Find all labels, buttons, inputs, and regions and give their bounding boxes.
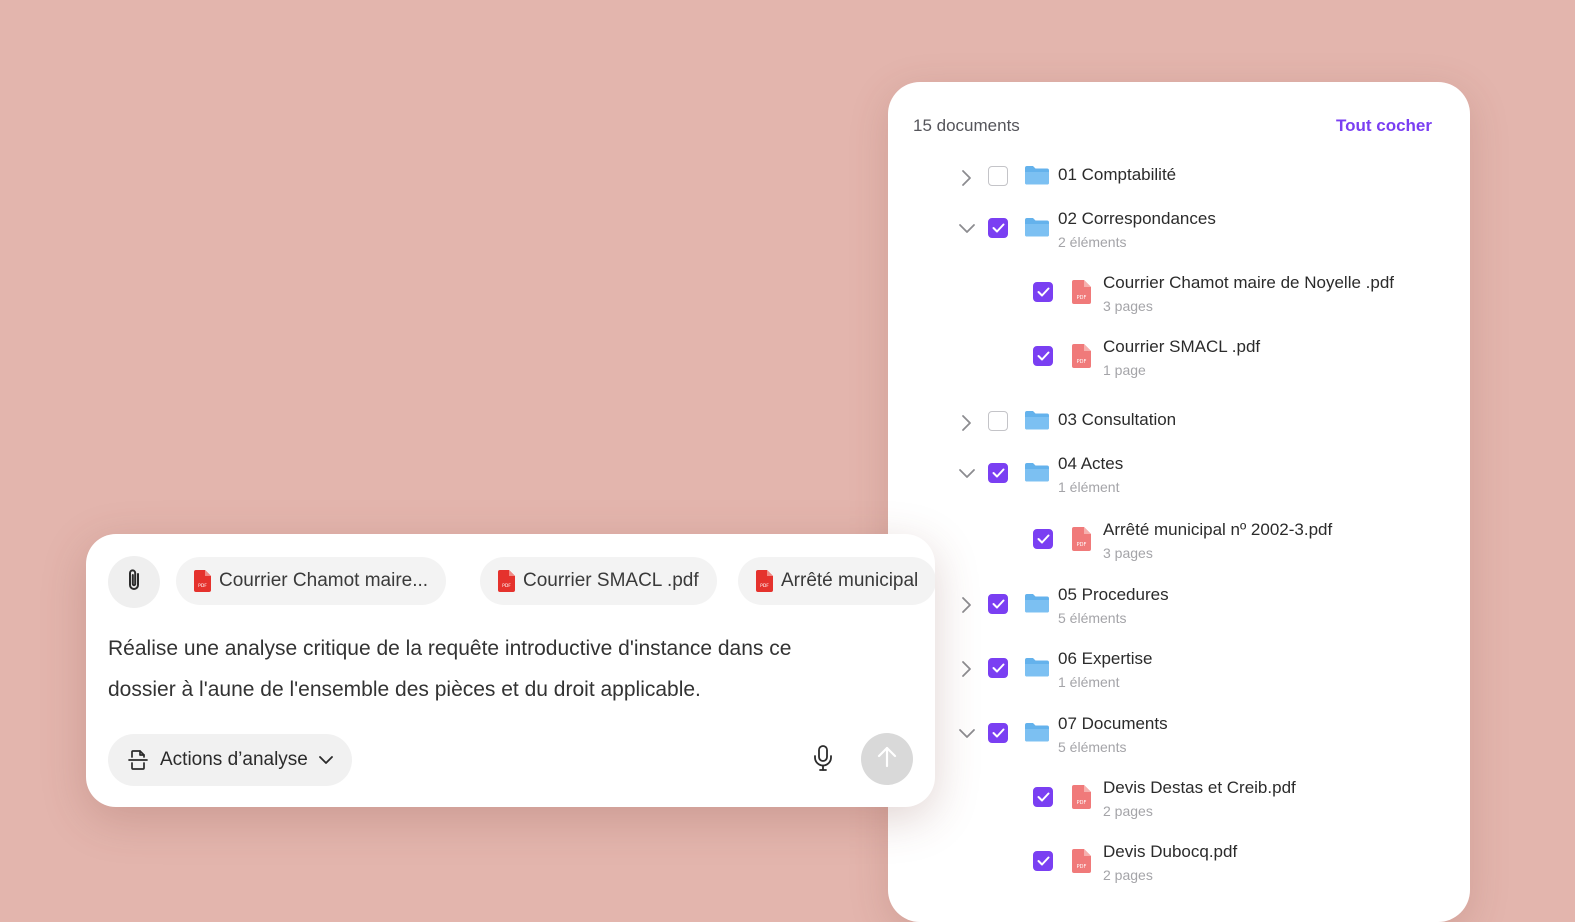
chat-composer: PDF Courrier Chamot maire... PDF Courrie… [86, 534, 935, 807]
checkmark-icon [992, 599, 1004, 609]
file-name: Devis Dubocq.pdf [1103, 842, 1238, 861]
file-name: Courrier Chamot maire de Noyelle .pdf [1103, 273, 1395, 292]
folder-icon [1025, 462, 1049, 482]
checkmark-icon [992, 663, 1004, 673]
checkmark-icon [1037, 351, 1049, 361]
send-button[interactable] [861, 733, 913, 785]
attachment-chip-label: Arrêté municipal [781, 570, 919, 591]
checkmark-icon [992, 223, 1004, 233]
folder-name: 05 Procedures [1058, 585, 1169, 604]
svg-text:PDF: PDF [198, 583, 207, 589]
tree-file-row[interactable]: PDF Arrêté municipal nº 2002-3.pdf 3 pages [888, 482, 1470, 561]
svg-text:PDF: PDF [502, 583, 511, 589]
folder-name: 02 Correspondances [1058, 209, 1216, 228]
folder-icon [1025, 217, 1049, 237]
tree-folder-row[interactable]: 04 Actes 1 élément [888, 416, 1470, 495]
tree-folder-row[interactable]: 07 Documents 5 éléments [888, 676, 1470, 755]
attachment-chip-label: Courrier SMACL .pdf [523, 570, 699, 591]
svg-text:PDF: PDF [1077, 359, 1087, 365]
tree-file-row[interactable]: PDF Devis Dubocq.pdf 2 pages [888, 804, 1470, 883]
checkmark-icon [1037, 792, 1049, 802]
checkbox[interactable] [1033, 346, 1053, 366]
pdf-icon: PDF [498, 570, 515, 592]
file-page-count: 2 pages [1103, 867, 1153, 883]
pdf-icon: PDF [194, 570, 211, 592]
svg-text:PDF: PDF [1077, 864, 1087, 870]
document-tree-panel: 15 documents Tout cocher 01 Comptabilité… [888, 82, 1470, 922]
file-name: Devis Destas et Creib.pdf [1103, 778, 1296, 797]
attachment-chip[interactable]: PDF Courrier SMACL .pdf [480, 557, 717, 605]
folder-name: 04 Actes [1058, 454, 1124, 473]
prompt-line: dossier à l'aune de l'ensemble des pièce… [108, 678, 701, 701]
tree-folder-row[interactable]: 02 Correspondances 2 éléments [888, 171, 1470, 250]
microphone-icon [812, 744, 834, 777]
chevron-down-icon[interactable] [957, 464, 977, 484]
chevron-down-icon [318, 755, 334, 765]
checkbox[interactable] [988, 463, 1008, 483]
tree-file-row[interactable]: PDF Courrier SMACL .pdf 1 page [888, 299, 1470, 378]
document-scan-icon [126, 748, 150, 772]
checkbox[interactable] [1033, 851, 1053, 871]
pdf-file-icon: PDF [1072, 344, 1091, 368]
pdf-icon: PDF [756, 570, 773, 592]
tree-file-row[interactable]: PDF Devis Destas et Creib.pdf 2 pages [888, 740, 1470, 819]
file-name: Arrêté municipal nº 2002-3.pdf [1103, 520, 1333, 539]
check-all-button[interactable]: Tout cocher [1336, 116, 1432, 136]
tree-folder-row[interactable]: 06 Expertise 1 élément [888, 611, 1470, 690]
checkmark-icon [1037, 856, 1049, 866]
analysis-actions-label: Actions d’analyse [160, 749, 308, 770]
attachment-chip[interactable]: PDF Arrêté municipal [738, 557, 935, 605]
checkmark-icon [1037, 287, 1049, 297]
prompt-line: Réalise une analyse critique de la requê… [108, 637, 792, 660]
folder-name: 06 Expertise [1058, 649, 1153, 668]
arrow-up-icon [876, 745, 898, 774]
folder-icon [1025, 722, 1049, 742]
attach-button[interactable] [108, 556, 160, 608]
folder-name: 07 Documents [1058, 714, 1168, 733]
attachment-chip-label: Courrier Chamot maire... [219, 570, 429, 591]
tree-file-row[interactable]: PDF Courrier Chamot maire de Noyelle .pdf… [888, 235, 1470, 314]
folder-icon [1025, 657, 1049, 677]
file-page-count: 1 page [1103, 362, 1146, 378]
checkbox[interactable] [1033, 529, 1053, 549]
file-name: Courrier SMACL .pdf [1103, 337, 1261, 356]
folder-icon [1025, 593, 1049, 613]
svg-text:PDF: PDF [760, 583, 769, 589]
prompt-input[interactable]: Réalise une analyse critique de la requê… [108, 628, 908, 710]
attachment-chip[interactable]: PDF Courrier Chamot maire... [176, 557, 447, 605]
document-count: 15 documents [913, 116, 1020, 135]
microphone-button[interactable] [808, 744, 838, 776]
checkmark-icon [1037, 534, 1049, 544]
tree-header: 15 documents Tout cocher [913, 116, 1432, 136]
pdf-file-icon: PDF [1072, 849, 1091, 873]
checkmark-icon [992, 468, 1004, 478]
checkbox[interactable] [988, 658, 1008, 678]
paperclip-icon [123, 567, 145, 598]
analysis-actions-dropdown[interactable]: Actions d’analyse [108, 734, 352, 786]
tree-folder-row[interactable]: 05 Procedures 5 éléments [888, 547, 1470, 626]
checkmark-icon [992, 728, 1004, 738]
